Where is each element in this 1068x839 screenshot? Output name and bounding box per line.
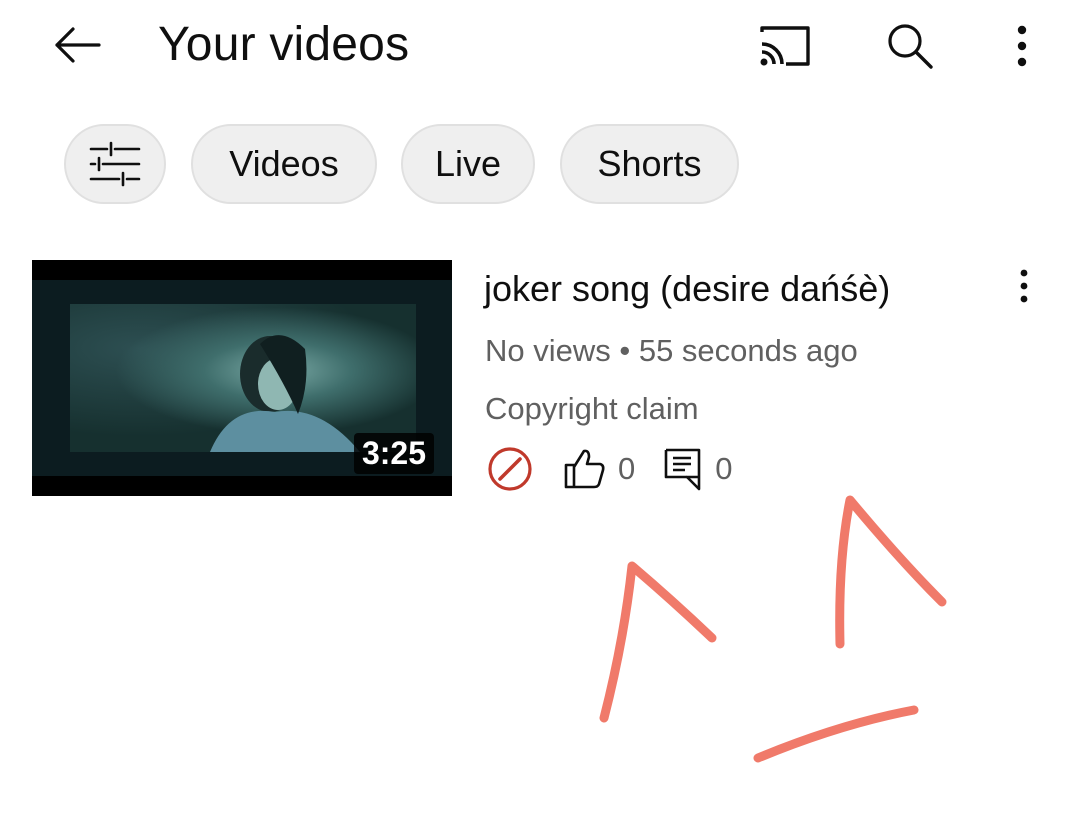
chip-videos[interactable]: Videos bbox=[191, 124, 377, 204]
comment-icon bbox=[663, 447, 703, 491]
video-thumbnail[interactable]: 3:25 bbox=[32, 260, 452, 496]
chip-shorts[interactable]: Shorts bbox=[560, 124, 739, 204]
filter-chip[interactable] bbox=[64, 124, 166, 204]
filter-sliders-icon bbox=[89, 141, 141, 187]
search-icon bbox=[888, 24, 933, 69]
more-vert-icon bbox=[1020, 269, 1028, 303]
like-count: 0 bbox=[618, 451, 636, 486]
thumbnail-image bbox=[70, 304, 416, 452]
more-vert-icon bbox=[1017, 25, 1027, 67]
back-button[interactable] bbox=[44, 20, 108, 70]
your-videos-page: Your videos Videos Live Shorts 3:25 joke… bbox=[0, 0, 1068, 839]
video-more-button[interactable] bbox=[1002, 262, 1046, 310]
comment-count: 0 bbox=[715, 451, 733, 486]
cast-icon bbox=[760, 26, 810, 66]
chip-live[interactable]: Live bbox=[401, 124, 535, 204]
video-stats: 0 0 bbox=[486, 446, 733, 492]
cast-button[interactable] bbox=[754, 16, 814, 76]
arrow-left-icon bbox=[55, 27, 101, 63]
copyright-claim-link[interactable]: Copyright claim bbox=[485, 388, 699, 430]
video-meta: No views • 55 seconds ago bbox=[485, 333, 858, 368]
more-options-button[interactable] bbox=[992, 16, 1052, 76]
video-duration: 3:25 bbox=[353, 433, 434, 474]
page-title: Your videos bbox=[158, 18, 410, 71]
restricted-icon[interactable] bbox=[486, 445, 534, 493]
thumbs-up-icon bbox=[562, 447, 606, 491]
thumbnail-figure bbox=[210, 335, 360, 452]
video-title[interactable]: joker song (desire dańśè) bbox=[484, 264, 890, 314]
search-button[interactable] bbox=[880, 16, 940, 76]
